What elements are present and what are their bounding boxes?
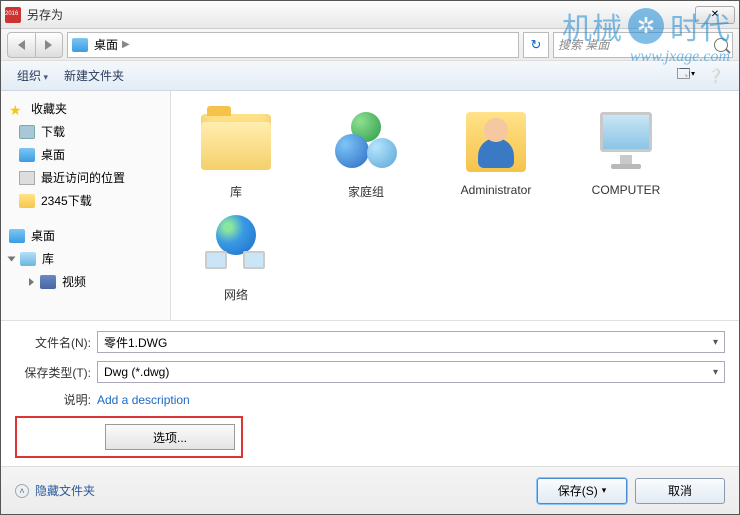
item-library[interactable]: 库: [181, 107, 291, 200]
organize-button[interactable]: 组织: [11, 65, 54, 86]
chevron-right-icon: ▶: [122, 39, 130, 50]
sidebar-label: 桌面: [31, 227, 55, 244]
item-label: 网络: [224, 286, 248, 303]
forward-icon: [45, 40, 52, 50]
hide-folders-label: 隐藏文件夹: [35, 482, 95, 499]
help-icon: ❔: [708, 68, 724, 84]
refresh-button[interactable]: ↻: [523, 32, 549, 58]
window-title: 另存为: [27, 6, 695, 23]
sidebar-item-label: 最近访问的位置: [41, 169, 125, 186]
sidebar-favorites-group: ★ 收藏夹 下载 桌面 最近访问的位置 2345下载: [5, 97, 166, 212]
sidebar-item-label: 下载: [41, 123, 65, 140]
sidebar-favorites[interactable]: ★ 收藏夹: [5, 97, 166, 120]
breadcrumb-location: 桌面: [94, 36, 118, 53]
close-icon: ✕: [711, 9, 719, 20]
film-icon: [40, 275, 56, 289]
homegroup-icon: [331, 112, 401, 172]
forward-button[interactable]: [36, 33, 63, 57]
sidebar-desktop-group: 桌面 库 视频: [5, 224, 166, 293]
navbar: 桌面 ▶ ↻ 搜索 桌面: [1, 29, 739, 61]
computer-icon: [591, 112, 661, 172]
desktop-icon: [9, 229, 25, 243]
sidebar-item-label: 视频: [62, 273, 86, 290]
filename-label: 文件名(N):: [15, 334, 91, 351]
items-grid: 库 家庭组 Administrator COMPUTER 网络: [181, 107, 729, 303]
item-label: 家庭组: [348, 183, 384, 200]
app-icon: [5, 7, 21, 23]
options-button[interactable]: 选项...: [105, 424, 235, 450]
desktop-icon: [72, 38, 88, 52]
description-row: 说明: Add a description: [15, 391, 725, 408]
filetype-select[interactable]: Dwg (*.dwg): [97, 361, 725, 383]
help-button[interactable]: ❔: [705, 65, 727, 87]
save-button[interactable]: 保存(S): [537, 478, 627, 504]
sidebar-label: 收藏夹: [31, 100, 67, 117]
description-link[interactable]: Add a description: [97, 393, 190, 407]
item-network[interactable]: 网络: [181, 210, 291, 303]
footer: ˄ 隐藏文件夹 保存(S) 取消: [1, 466, 739, 514]
search-icon: [714, 38, 728, 52]
close-button[interactable]: ✕: [695, 6, 735, 24]
content-pane[interactable]: 库 家庭组 Administrator COMPUTER 网络: [171, 91, 739, 320]
body: ★ 收藏夹 下载 桌面 最近访问的位置 2345下载 桌面 库: [1, 91, 739, 320]
chevron-up-icon: ˄: [15, 484, 29, 498]
desktop-icon: [19, 148, 35, 162]
sidebar-item-recent[interactable]: 最近访问的位置: [5, 166, 166, 189]
filetype-row: 保存类型(T): Dwg (*.dwg): [15, 361, 725, 383]
toolbar: 组织 新建文件夹 🗔▾ ❔: [1, 61, 739, 91]
save-as-dialog: 另存为 ✕ 桌面 ▶ ↻ 搜索 桌面 组织 新建文件夹 🗔▾ ❔: [0, 0, 740, 515]
save-form: 文件名(N): 零件1.DWG 保存类型(T): Dwg (*.dwg) 说明:…: [1, 320, 739, 466]
network-icon: [201, 215, 271, 275]
sidebar-item-label: 桌面: [41, 146, 65, 163]
back-button[interactable]: [8, 33, 36, 57]
nav-history-buttons: [7, 32, 63, 58]
back-icon: [18, 40, 25, 50]
filetype-value: Dwg (*.dwg): [104, 365, 169, 379]
breadcrumb[interactable]: 桌面 ▶: [67, 32, 519, 58]
chevron-right-icon: [29, 278, 34, 286]
sidebar-item-library[interactable]: 库: [5, 247, 166, 270]
chevron-down-icon: [8, 256, 16, 261]
hide-folders-button[interactable]: ˄ 隐藏文件夹: [15, 482, 95, 499]
options-highlight: 选项...: [15, 416, 243, 458]
sidebar-desktop-root[interactable]: 桌面: [5, 224, 166, 247]
filename-input[interactable]: 零件1.DWG: [97, 331, 725, 353]
search-input[interactable]: 搜索 桌面: [553, 32, 733, 58]
sidebar-item-downloads[interactable]: 下载: [5, 120, 166, 143]
library-icon: [20, 252, 36, 266]
filename-value: 零件1.DWG: [104, 334, 167, 351]
item-label: Administrator: [461, 183, 532, 197]
item-administrator[interactable]: Administrator: [441, 107, 551, 200]
item-label: 库: [230, 183, 242, 200]
view-icon: 🗔▾: [677, 65, 696, 87]
folder-icon: [19, 194, 35, 208]
description-label: 说明:: [15, 391, 91, 408]
user-icon: [466, 112, 526, 172]
cancel-button[interactable]: 取消: [635, 478, 725, 504]
refresh-icon: ↻: [531, 37, 542, 53]
filetype-label: 保存类型(T):: [15, 364, 91, 381]
recent-icon: [19, 171, 35, 185]
sidebar-item-2345[interactable]: 2345下载: [5, 189, 166, 212]
titlebar: 另存为 ✕: [1, 1, 739, 29]
sidebar-item-video[interactable]: 视频: [5, 270, 166, 293]
sidebar-item-label: 2345下载: [41, 192, 92, 209]
search-placeholder: 搜索 桌面: [558, 36, 609, 53]
sidebar: ★ 收藏夹 下载 桌面 最近访问的位置 2345下载 桌面 库: [1, 91, 171, 320]
download-icon: [19, 125, 35, 139]
sidebar-item-label: 库: [42, 250, 54, 267]
new-folder-button[interactable]: 新建文件夹: [58, 65, 130, 86]
item-homegroup[interactable]: 家庭组: [311, 107, 421, 200]
star-icon: ★: [9, 102, 25, 116]
save-label: 保存(S): [558, 482, 598, 499]
item-computer[interactable]: COMPUTER: [571, 107, 681, 200]
item-label: COMPUTER: [592, 183, 661, 197]
view-button[interactable]: 🗔▾: [675, 65, 697, 87]
filename-row: 文件名(N): 零件1.DWG: [15, 331, 725, 353]
sidebar-item-desktop[interactable]: 桌面: [5, 143, 166, 166]
library-folder-icon: [201, 114, 271, 170]
